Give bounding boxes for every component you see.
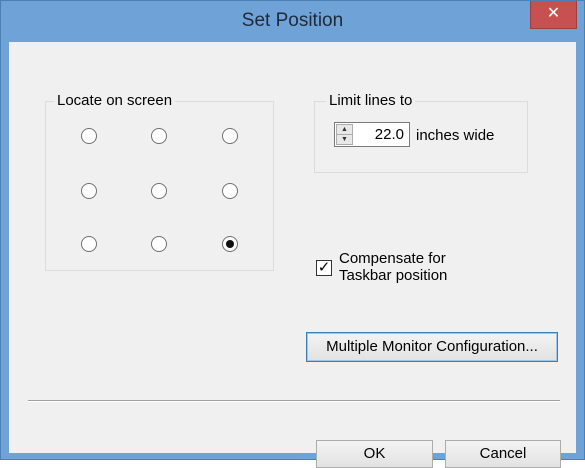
radio-top-center[interactable] — [151, 128, 167, 144]
dialog-title: Set Position — [241, 10, 344, 31]
ok-button[interactable]: OK — [316, 440, 433, 468]
close-button[interactable]: ✕ — [530, 1, 577, 29]
locate-on-screen-legend: Locate on screen — [54, 92, 176, 110]
spin-up-arrow-icon[interactable]: ▲ — [337, 125, 352, 135]
radio-bottom-left[interactable] — [81, 236, 97, 252]
radio-middle-center[interactable] — [151, 183, 167, 199]
compensate-label-line1: Compensate for — [339, 250, 446, 267]
spin-down-arrow-icon[interactable]: ▼ — [337, 135, 352, 144]
cancel-button[interactable]: Cancel — [445, 440, 561, 468]
limit-lines-legend: Limit lines to — [326, 92, 416, 110]
dialog-body: Locate on screen Limit lines to ▲ ▼ 22.0 — [9, 42, 576, 468]
radio-top-left[interactable] — [81, 128, 97, 144]
line-width-value[interactable]: 22.0 — [375, 126, 404, 143]
spinner-buttons[interactable]: ▲ ▼ — [336, 124, 353, 145]
checkmark-icon: ✓ — [317, 259, 331, 276]
radio-top-right[interactable] — [222, 128, 238, 144]
multiple-monitor-configuration-button[interactable]: Multiple Monitor Configuration... — [306, 332, 558, 362]
line-width-unit-label: inches wide — [416, 127, 495, 144]
title-bar[interactable]: Set Position ✕ — [1, 1, 584, 41]
radio-middle-left[interactable] — [81, 183, 97, 199]
locate-on-screen-group: Locate on screen — [45, 92, 274, 271]
compensate-label-line2: Taskbar position — [339, 267, 448, 284]
compensate-taskbar-checkbox[interactable]: ✓ — [316, 260, 332, 276]
radio-bottom-center[interactable] — [151, 236, 167, 252]
line-width-spinner[interactable]: ▲ ▼ 22.0 — [334, 122, 410, 147]
separator — [28, 400, 560, 402]
radio-middle-right[interactable] — [222, 183, 238, 199]
radio-bottom-right[interactable] — [222, 236, 238, 252]
close-icon: ✕ — [546, 5, 561, 22]
set-position-dialog: Set Position ✕ Locate on screen Limit li… — [0, 0, 585, 468]
